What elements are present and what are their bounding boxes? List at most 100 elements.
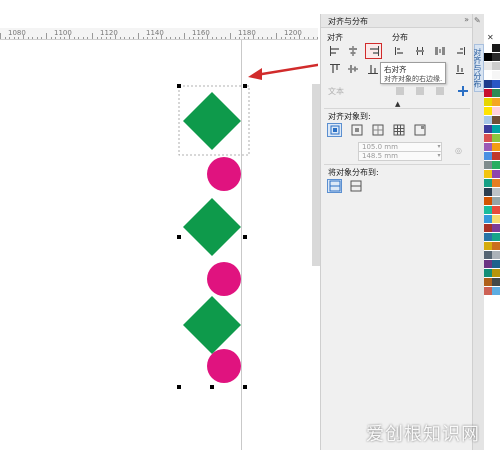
expand-arrow-icon[interactable]: ▲: [395, 100, 400, 108]
circle-shape[interactable]: [207, 262, 241, 296]
selection-handle[interactable]: [177, 385, 181, 389]
diamond-shape[interactable]: [183, 92, 241, 150]
diamond-shape[interactable]: [183, 198, 241, 256]
palette-swatch[interactable]: [484, 125, 492, 133]
circle-shape[interactable]: [207, 349, 241, 383]
diamond-shape[interactable]: [183, 296, 241, 354]
align-to-point-button[interactable]: [412, 123, 427, 137]
palette-swatch[interactable]: [492, 206, 500, 214]
palette-swatch[interactable]: [492, 179, 500, 187]
align-to-page-center-button[interactable]: [370, 123, 385, 137]
palette-swatch[interactable]: [484, 62, 492, 70]
palette-swatch[interactable]: [492, 188, 500, 196]
distribute-to-selection-button[interactable]: [327, 179, 342, 193]
palette-swatch[interactable]: [492, 71, 500, 79]
palette-swatch[interactable]: [492, 269, 500, 277]
selection-handle[interactable]: [210, 385, 214, 389]
palette-swatch[interactable]: [492, 215, 500, 223]
drawing-canvas[interactable]: [0, 40, 318, 450]
palette-swatch[interactable]: [484, 179, 492, 187]
palette-swatch[interactable]: [484, 44, 492, 52]
selection-handle[interactable]: [177, 84, 181, 88]
palette-swatch[interactable]: [484, 215, 492, 223]
palette-swatch[interactable]: [492, 80, 500, 88]
palette-swatch[interactable]: [492, 116, 500, 124]
palette-swatch[interactable]: [484, 152, 492, 160]
palette-swatch[interactable]: [492, 107, 500, 115]
palette-swatch[interactable]: [492, 134, 500, 142]
align-to-grid-button[interactable]: [391, 123, 406, 137]
circle-shape[interactable]: [207, 157, 241, 191]
palette-swatch[interactable]: [484, 188, 492, 196]
text-align-icon-3[interactable]: [432, 84, 447, 98]
palette-swatch[interactable]: [492, 143, 500, 151]
align-top-button[interactable]: [327, 62, 342, 76]
palette-swatch[interactable]: [492, 278, 500, 286]
align-to-active-object-button[interactable]: [327, 123, 342, 137]
palette-swatch[interactable]: [484, 251, 492, 259]
palette-swatch[interactable]: [484, 134, 492, 142]
no-color-icon[interactable]: ✕: [487, 34, 497, 42]
palette-swatch[interactable]: [484, 269, 492, 277]
palette-swatch[interactable]: [492, 89, 500, 97]
palette-swatch[interactable]: [492, 98, 500, 106]
palette-swatch[interactable]: [492, 197, 500, 205]
palette-swatch[interactable]: [484, 233, 492, 241]
palette-swatch[interactable]: [492, 251, 500, 259]
collapse-icon[interactable]: »: [464, 15, 469, 24]
palette-swatch[interactable]: [484, 71, 492, 79]
distribute-right-button[interactable]: [452, 44, 467, 58]
selection-handle[interactable]: [243, 235, 247, 239]
palette-swatch[interactable]: [484, 116, 492, 124]
color-palette[interactable]: ✕: [484, 34, 500, 450]
palette-swatch[interactable]: [492, 224, 500, 232]
palette-swatch[interactable]: [484, 206, 492, 214]
palette-swatch[interactable]: [484, 80, 492, 88]
vertical-scrollbar[interactable]: [312, 84, 320, 266]
plus-icon[interactable]: [455, 84, 470, 98]
align-middle-button[interactable]: [345, 62, 360, 76]
palette-swatch[interactable]: [484, 278, 492, 286]
docker-side-tab[interactable]: ✎ 对齐与分布: [472, 14, 484, 450]
selection-handle[interactable]: [243, 385, 247, 389]
pin-icon[interactable]: ✎: [474, 16, 481, 25]
palette-swatch[interactable]: [484, 170, 492, 178]
palette-swatch[interactable]: [492, 170, 500, 178]
palette-swatch[interactable]: [484, 89, 492, 97]
palette-swatch[interactable]: [484, 143, 492, 151]
palette-swatch[interactable]: [484, 287, 492, 295]
palette-swatch[interactable]: [484, 53, 492, 61]
text-align-icon-1[interactable]: [392, 84, 407, 98]
palette-swatch[interactable]: [492, 242, 500, 250]
palette-swatch[interactable]: [492, 125, 500, 133]
align-to-page-edge-button[interactable]: [349, 123, 364, 137]
palette-swatch[interactable]: [484, 98, 492, 106]
align-left-button[interactable]: [327, 44, 342, 58]
palette-swatch[interactable]: [492, 44, 500, 52]
palette-swatch[interactable]: [484, 197, 492, 205]
palette-swatch[interactable]: [484, 224, 492, 232]
palette-swatch[interactable]: [492, 152, 500, 160]
distribute-center-button[interactable]: [412, 44, 427, 58]
palette-swatch[interactable]: [484, 107, 492, 115]
side-tab-label[interactable]: 对齐与分布: [473, 44, 484, 92]
palette-swatch[interactable]: [492, 233, 500, 241]
align-center-button[interactable]: [345, 44, 360, 58]
y-coordinate-field[interactable]: 148.5 mm: [358, 151, 442, 161]
palette-swatch[interactable]: [484, 161, 492, 169]
align-right-button[interactable]: [365, 43, 382, 59]
distribute-bottom-button[interactable]: [452, 62, 467, 76]
palette-swatch[interactable]: [492, 161, 500, 169]
align-bottom-button[interactable]: [365, 62, 380, 76]
y-stepper-icon[interactable]: ▾: [434, 151, 444, 161]
palette-swatch[interactable]: [492, 260, 500, 268]
selection-handle[interactable]: [243, 84, 247, 88]
distribute-to-page-button[interactable]: [348, 179, 363, 193]
palette-swatch[interactable]: [484, 260, 492, 268]
palette-swatch[interactable]: [492, 62, 500, 70]
distribute-left-button[interactable]: [392, 44, 407, 58]
text-align-icon-2[interactable]: [412, 84, 427, 98]
palette-swatch[interactable]: [484, 242, 492, 250]
selection-handle[interactable]: [177, 235, 181, 239]
target-icon[interactable]: ◎: [455, 146, 462, 155]
